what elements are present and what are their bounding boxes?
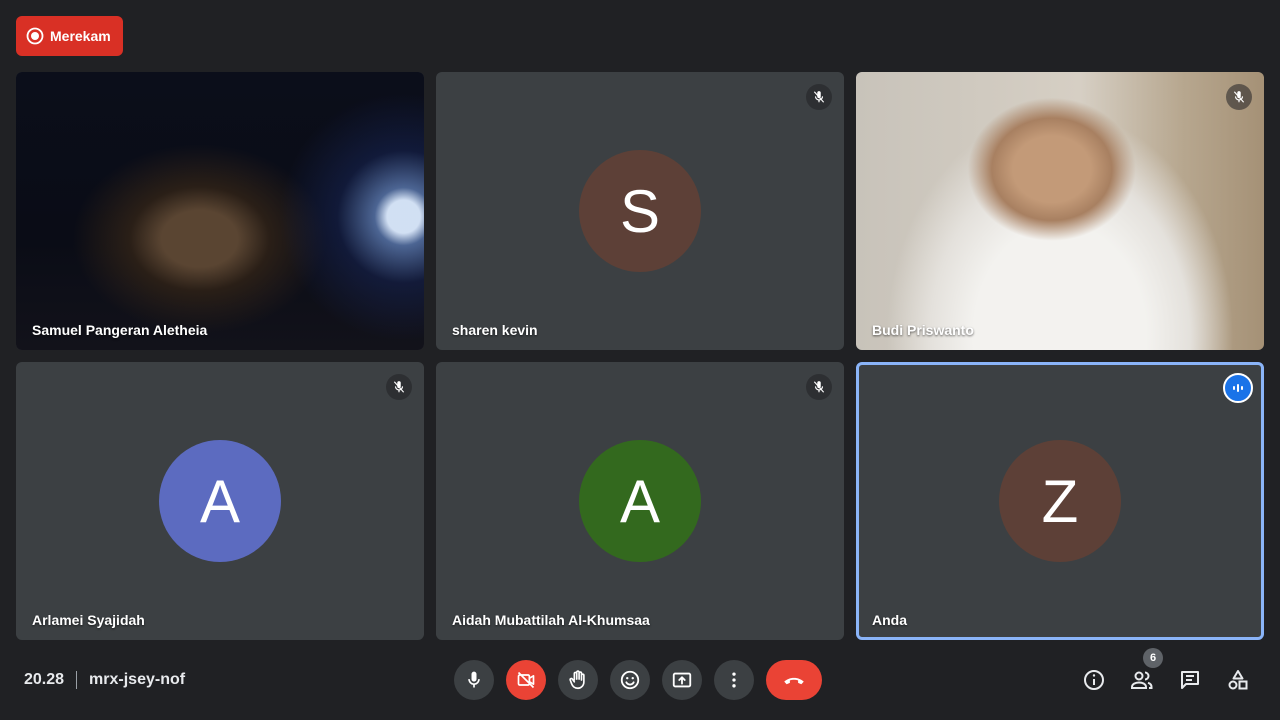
participant-video: [856, 72, 1264, 350]
participant-name: Samuel Pangeran Aletheia: [32, 322, 208, 338]
meet-window: Merekam Samuel Pangeran Aletheia S share…: [0, 0, 1280, 720]
meeting-time: 20.28: [24, 671, 65, 688]
camera-off-icon: [517, 671, 535, 689]
present-button[interactable]: [662, 660, 702, 700]
participant-name: sharen kevin: [452, 322, 538, 338]
microphone-button[interactable]: [454, 660, 494, 700]
mic-off-icon: [1226, 84, 1252, 110]
mic-off-icon: [806, 84, 832, 110]
hang-up-icon: [784, 677, 804, 685]
speaking-indicator-icon: [1223, 373, 1253, 403]
participant-name: Aidah Mubattilah Al-Khumsaa: [452, 612, 650, 628]
meeting-details: 20.28 mrx-jsey-nof: [24, 668, 185, 692]
reactions-button[interactable]: [610, 660, 650, 700]
leave-call-button[interactable]: [766, 660, 822, 700]
mic-off-icon: [806, 374, 832, 400]
participant-tile[interactable]: A Arlamei Syajidah: [16, 362, 424, 640]
participant-tile[interactable]: Samuel Pangeran Aletheia: [16, 72, 424, 350]
participant-avatar: Z: [999, 440, 1121, 562]
info-icon: [1084, 670, 1104, 690]
present-screen-icon: [672, 672, 692, 688]
self-tile[interactable]: Z Anda: [856, 362, 1264, 640]
people-icon: [1131, 671, 1153, 689]
participant-avatar: S: [579, 150, 701, 272]
activities-icon: [1228, 670, 1248, 690]
mic-off-icon: [386, 374, 412, 400]
raise-hand-button[interactable]: [558, 660, 598, 700]
participant-name: Budi Priswanto: [872, 322, 974, 338]
divider: [76, 671, 78, 689]
emoji-icon: [620, 670, 640, 690]
participant-tile[interactable]: A Aidah Mubattilah Al-Khumsaa: [436, 362, 844, 640]
more-options-button[interactable]: [714, 660, 754, 700]
meeting-code[interactable]: mrx-jsey-nof: [89, 671, 185, 689]
participant-avatar: A: [579, 440, 701, 562]
participants-button[interactable]: [1126, 664, 1158, 696]
mic-icon: [468, 671, 480, 688]
participant-name: Anda: [872, 612, 907, 628]
more-options-icon: [732, 672, 736, 688]
participant-name: Arlamei Syajidah: [32, 612, 145, 628]
meeting-details-button[interactable]: [1078, 664, 1110, 696]
camera-button[interactable]: [506, 660, 546, 700]
participant-video: [16, 72, 424, 350]
chat-icon: [1181, 671, 1199, 689]
participant-avatar: A: [159, 440, 281, 562]
participant-tile[interactable]: S sharen kevin: [436, 72, 844, 350]
recording-label: Merekam: [50, 28, 111, 44]
participant-tile[interactable]: Budi Priswanto: [856, 72, 1264, 350]
participants-count-badge: 6: [1143, 648, 1163, 668]
activities-button[interactable]: [1222, 664, 1254, 696]
raise-hand-icon: [569, 670, 585, 690]
chat-button[interactable]: [1174, 664, 1206, 696]
record-icon: [26, 27, 44, 45]
recording-badge[interactable]: Merekam: [16, 16, 123, 56]
